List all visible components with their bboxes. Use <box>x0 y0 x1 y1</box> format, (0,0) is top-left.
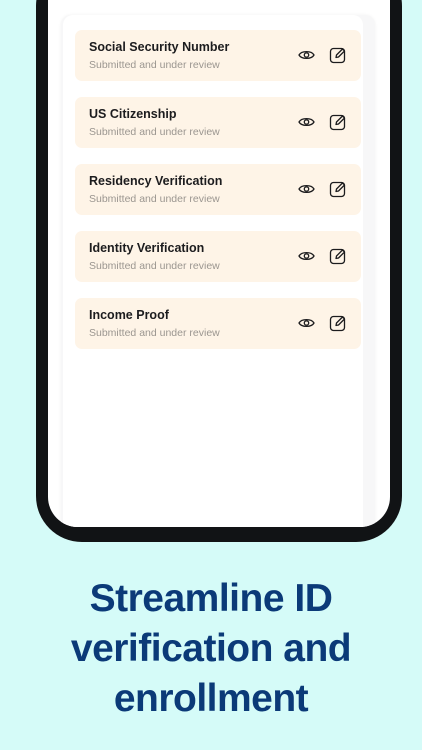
document-card-income-proof[interactable]: Income Proof Submitted and under review <box>75 298 361 349</box>
headline-line: enrollment <box>113 677 309 720</box>
edit-icon[interactable] <box>328 313 348 333</box>
headline-line: verification and <box>70 627 352 670</box>
document-card-us-citizenship[interactable]: US Citizenship Submitted and under revie… <box>75 97 361 148</box>
document-status: Submitted and under review <box>89 193 220 205</box>
eye-icon[interactable] <box>296 112 316 132</box>
document-card-identity[interactable]: Identity Verification Submitted and unde… <box>75 231 361 282</box>
edit-icon[interactable] <box>328 112 348 132</box>
document-title: Identity Verification <box>89 241 205 255</box>
marketing-headline: Streamline ID verification and enrollmen… <box>0 574 422 724</box>
document-title: Social Security Number <box>89 40 230 54</box>
document-status: Submitted and under review <box>89 327 220 339</box>
document-card-residency[interactable]: Residency Verification Submitted and und… <box>75 164 361 215</box>
document-title: Residency Verification <box>89 174 223 188</box>
eye-icon[interactable] <box>296 313 316 333</box>
edit-icon[interactable] <box>328 179 348 199</box>
document-status: Submitted and under review <box>89 260 220 272</box>
eye-icon[interactable] <box>296 45 316 65</box>
document-status: Submitted and under review <box>89 59 220 71</box>
document-title: US Citizenship <box>89 107 177 121</box>
eye-icon[interactable] <box>296 246 316 266</box>
document-card-social-security[interactable]: Social Security Number Submitted and und… <box>75 30 361 81</box>
eye-icon[interactable] <box>296 179 316 199</box>
headline-line: Streamline ID <box>89 577 333 620</box>
document-title: Income Proof <box>89 308 169 322</box>
phone-screen: Social Security Number Submitted and und… <box>48 0 390 527</box>
edit-icon[interactable] <box>328 45 348 65</box>
edit-icon[interactable] <box>328 246 348 266</box>
document-status: Submitted and under review <box>89 126 220 138</box>
